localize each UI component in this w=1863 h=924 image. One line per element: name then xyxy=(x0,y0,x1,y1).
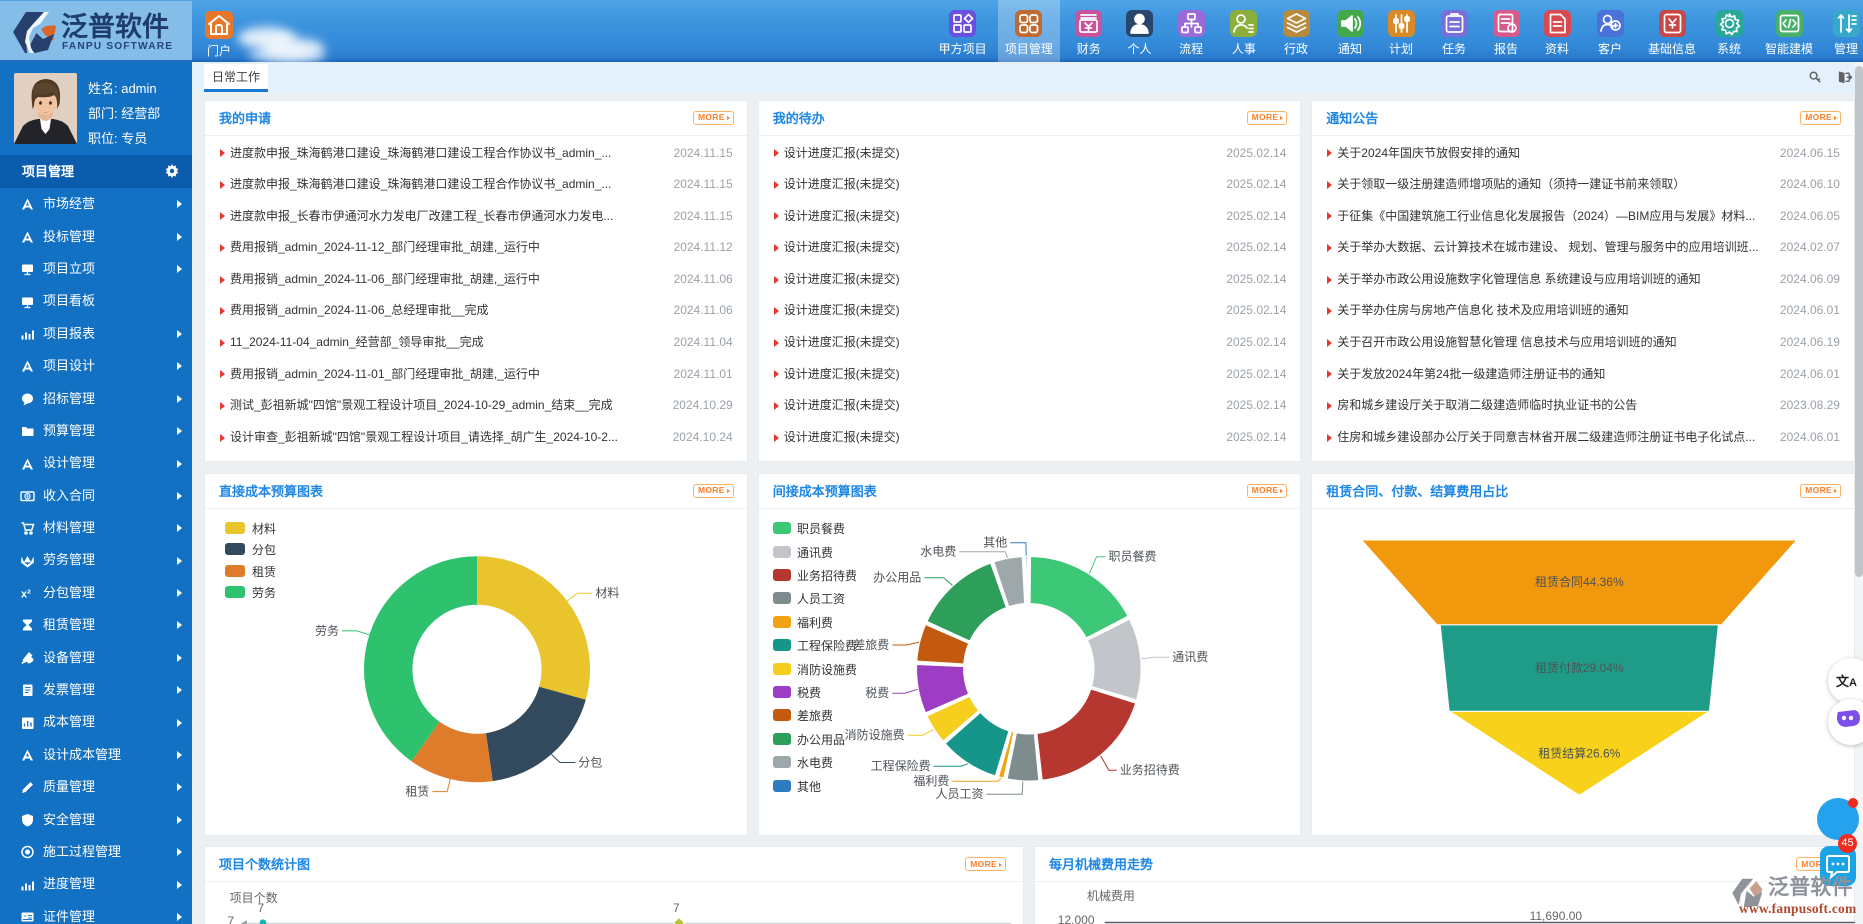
svg-text:其他: 其他 xyxy=(983,535,1007,549)
svg-text:租赁付款29.04%: 租赁付款29.04% xyxy=(1535,661,1624,675)
svg-text:业务招待费: 业务招待费 xyxy=(1119,762,1179,777)
svg-text:办公用品: 办公用品 xyxy=(873,569,921,584)
svg-text:租赁结算26.6%: 租赁结算26.6% xyxy=(1539,745,1621,760)
svg-text:税费: 税费 xyxy=(865,686,889,700)
svg-text:差旅费: 差旅费 xyxy=(853,638,889,652)
svg-text:水电费: 水电费 xyxy=(920,544,956,558)
svg-text:劳务: 劳务 xyxy=(315,623,339,638)
svg-text:福利费: 福利费 xyxy=(913,773,949,788)
svg-text:职员餐费: 职员餐费 xyxy=(1108,548,1156,563)
svg-text:租赁合同44.36%: 租赁合同44.36% xyxy=(1535,574,1624,589)
svg-text:人员工资: 人员工资 xyxy=(935,787,983,801)
svg-text:通讯费: 通讯费 xyxy=(1172,650,1208,664)
svg-text:x²: x² xyxy=(21,589,31,601)
svg-text:消防设施费: 消防设施费 xyxy=(844,727,904,742)
svg-text:材料: 材料 xyxy=(595,586,619,600)
svg-text:租赁: 租赁 xyxy=(405,784,429,798)
svg-text:分包: 分包 xyxy=(578,755,602,769)
svg-text:工程保险费: 工程保险费 xyxy=(870,758,930,773)
